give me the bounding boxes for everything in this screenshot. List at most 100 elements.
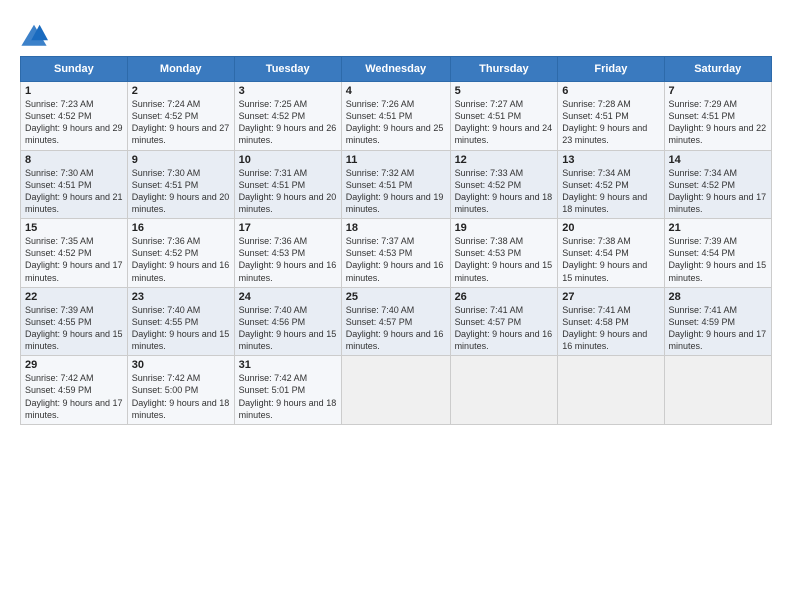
col-sunday: Sunday xyxy=(21,57,128,82)
day-number: 25 xyxy=(346,291,446,303)
calendar-cell: 8Sunrise: 7:30 AMSunset: 4:51 PMDaylight… xyxy=(21,150,128,219)
day-number: 4 xyxy=(346,85,446,97)
logo-icon xyxy=(20,22,48,50)
calendar-cell: 26Sunrise: 7:41 AMSunset: 4:57 PMDayligh… xyxy=(450,287,558,356)
day-detail: Sunrise: 7:39 AMSunset: 4:54 PMDaylight:… xyxy=(669,235,767,284)
day-number: 17 xyxy=(239,222,337,234)
calendar-cell: 3Sunrise: 7:25 AMSunset: 4:52 PMDaylight… xyxy=(234,82,341,151)
day-detail: Sunrise: 7:31 AMSunset: 4:51 PMDaylight:… xyxy=(239,167,337,216)
calendar-cell xyxy=(664,356,771,425)
calendar-cell: 21Sunrise: 7:39 AMSunset: 4:54 PMDayligh… xyxy=(664,219,771,288)
calendar-cell xyxy=(341,356,450,425)
week-row: 1Sunrise: 7:23 AMSunset: 4:52 PMDaylight… xyxy=(21,82,772,151)
header xyxy=(20,18,772,50)
day-detail: Sunrise: 7:42 AMSunset: 5:01 PMDaylight:… xyxy=(239,372,337,421)
day-number: 3 xyxy=(239,85,337,97)
day-detail: Sunrise: 7:27 AMSunset: 4:51 PMDaylight:… xyxy=(455,98,554,147)
col-wednesday: Wednesday xyxy=(341,57,450,82)
calendar-cell: 16Sunrise: 7:36 AMSunset: 4:52 PMDayligh… xyxy=(127,219,234,288)
col-thursday: Thursday xyxy=(450,57,558,82)
day-detail: Sunrise: 7:29 AMSunset: 4:51 PMDaylight:… xyxy=(669,98,767,147)
calendar-table: SundayMondayTuesdayWednesdayThursdayFrid… xyxy=(20,56,772,425)
day-number: 8 xyxy=(25,154,123,166)
day-detail: Sunrise: 7:38 AMSunset: 4:54 PMDaylight:… xyxy=(562,235,659,284)
day-number: 19 xyxy=(455,222,554,234)
day-number: 12 xyxy=(455,154,554,166)
day-detail: Sunrise: 7:40 AMSunset: 4:55 PMDaylight:… xyxy=(132,304,230,353)
day-number: 14 xyxy=(669,154,767,166)
calendar-cell: 6Sunrise: 7:28 AMSunset: 4:51 PMDaylight… xyxy=(558,82,664,151)
day-detail: Sunrise: 7:32 AMSunset: 4:51 PMDaylight:… xyxy=(346,167,446,216)
calendar-cell: 30Sunrise: 7:42 AMSunset: 5:00 PMDayligh… xyxy=(127,356,234,425)
day-detail: Sunrise: 7:41 AMSunset: 4:57 PMDaylight:… xyxy=(455,304,554,353)
day-number: 5 xyxy=(455,85,554,97)
calendar-cell: 29Sunrise: 7:42 AMSunset: 4:59 PMDayligh… xyxy=(21,356,128,425)
header-row: SundayMondayTuesdayWednesdayThursdayFrid… xyxy=(21,57,772,82)
day-number: 9 xyxy=(132,154,230,166)
page: SundayMondayTuesdayWednesdayThursdayFrid… xyxy=(0,0,792,612)
logo xyxy=(20,22,52,50)
calendar-cell: 25Sunrise: 7:40 AMSunset: 4:57 PMDayligh… xyxy=(341,287,450,356)
calendar-cell: 12Sunrise: 7:33 AMSunset: 4:52 PMDayligh… xyxy=(450,150,558,219)
week-row: 15Sunrise: 7:35 AMSunset: 4:52 PMDayligh… xyxy=(21,219,772,288)
day-number: 20 xyxy=(562,222,659,234)
day-number: 28 xyxy=(669,291,767,303)
day-number: 21 xyxy=(669,222,767,234)
day-detail: Sunrise: 7:35 AMSunset: 4:52 PMDaylight:… xyxy=(25,235,123,284)
calendar-cell: 1Sunrise: 7:23 AMSunset: 4:52 PMDaylight… xyxy=(21,82,128,151)
calendar-cell: 27Sunrise: 7:41 AMSunset: 4:58 PMDayligh… xyxy=(558,287,664,356)
day-detail: Sunrise: 7:36 AMSunset: 4:52 PMDaylight:… xyxy=(132,235,230,284)
day-detail: Sunrise: 7:33 AMSunset: 4:52 PMDaylight:… xyxy=(455,167,554,216)
day-detail: Sunrise: 7:39 AMSunset: 4:55 PMDaylight:… xyxy=(25,304,123,353)
day-number: 30 xyxy=(132,359,230,371)
day-number: 23 xyxy=(132,291,230,303)
day-detail: Sunrise: 7:40 AMSunset: 4:56 PMDaylight:… xyxy=(239,304,337,353)
col-monday: Monday xyxy=(127,57,234,82)
day-number: 29 xyxy=(25,359,123,371)
calendar-cell: 18Sunrise: 7:37 AMSunset: 4:53 PMDayligh… xyxy=(341,219,450,288)
day-number: 31 xyxy=(239,359,337,371)
calendar-cell: 4Sunrise: 7:26 AMSunset: 4:51 PMDaylight… xyxy=(341,82,450,151)
calendar-cell: 31Sunrise: 7:42 AMSunset: 5:01 PMDayligh… xyxy=(234,356,341,425)
calendar-cell: 20Sunrise: 7:38 AMSunset: 4:54 PMDayligh… xyxy=(558,219,664,288)
day-number: 2 xyxy=(132,85,230,97)
calendar-cell: 7Sunrise: 7:29 AMSunset: 4:51 PMDaylight… xyxy=(664,82,771,151)
calendar-cell: 17Sunrise: 7:36 AMSunset: 4:53 PMDayligh… xyxy=(234,219,341,288)
day-detail: Sunrise: 7:34 AMSunset: 4:52 PMDaylight:… xyxy=(562,167,659,216)
calendar-cell: 24Sunrise: 7:40 AMSunset: 4:56 PMDayligh… xyxy=(234,287,341,356)
calendar-cell xyxy=(450,356,558,425)
calendar-cell: 10Sunrise: 7:31 AMSunset: 4:51 PMDayligh… xyxy=(234,150,341,219)
day-detail: Sunrise: 7:38 AMSunset: 4:53 PMDaylight:… xyxy=(455,235,554,284)
col-friday: Friday xyxy=(558,57,664,82)
calendar-cell: 22Sunrise: 7:39 AMSunset: 4:55 PMDayligh… xyxy=(21,287,128,356)
day-detail: Sunrise: 7:30 AMSunset: 4:51 PMDaylight:… xyxy=(132,167,230,216)
day-detail: Sunrise: 7:40 AMSunset: 4:57 PMDaylight:… xyxy=(346,304,446,353)
day-number: 11 xyxy=(346,154,446,166)
calendar-cell: 2Sunrise: 7:24 AMSunset: 4:52 PMDaylight… xyxy=(127,82,234,151)
calendar-cell: 23Sunrise: 7:40 AMSunset: 4:55 PMDayligh… xyxy=(127,287,234,356)
week-row: 22Sunrise: 7:39 AMSunset: 4:55 PMDayligh… xyxy=(21,287,772,356)
day-detail: Sunrise: 7:36 AMSunset: 4:53 PMDaylight:… xyxy=(239,235,337,284)
day-detail: Sunrise: 7:25 AMSunset: 4:52 PMDaylight:… xyxy=(239,98,337,147)
day-number: 10 xyxy=(239,154,337,166)
day-detail: Sunrise: 7:30 AMSunset: 4:51 PMDaylight:… xyxy=(25,167,123,216)
calendar-body: 1Sunrise: 7:23 AMSunset: 4:52 PMDaylight… xyxy=(21,82,772,425)
day-number: 16 xyxy=(132,222,230,234)
day-detail: Sunrise: 7:37 AMSunset: 4:53 PMDaylight:… xyxy=(346,235,446,284)
day-detail: Sunrise: 7:41 AMSunset: 4:59 PMDaylight:… xyxy=(669,304,767,353)
week-row: 29Sunrise: 7:42 AMSunset: 4:59 PMDayligh… xyxy=(21,356,772,425)
day-number: 22 xyxy=(25,291,123,303)
col-tuesday: Tuesday xyxy=(234,57,341,82)
calendar-cell: 28Sunrise: 7:41 AMSunset: 4:59 PMDayligh… xyxy=(664,287,771,356)
day-number: 1 xyxy=(25,85,123,97)
day-detail: Sunrise: 7:42 AMSunset: 4:59 PMDaylight:… xyxy=(25,372,123,421)
day-detail: Sunrise: 7:34 AMSunset: 4:52 PMDaylight:… xyxy=(669,167,767,216)
calendar-cell: 15Sunrise: 7:35 AMSunset: 4:52 PMDayligh… xyxy=(21,219,128,288)
day-detail: Sunrise: 7:23 AMSunset: 4:52 PMDaylight:… xyxy=(25,98,123,147)
calendar-cell: 5Sunrise: 7:27 AMSunset: 4:51 PMDaylight… xyxy=(450,82,558,151)
day-number: 13 xyxy=(562,154,659,166)
day-number: 24 xyxy=(239,291,337,303)
calendar-cell: 9Sunrise: 7:30 AMSunset: 4:51 PMDaylight… xyxy=(127,150,234,219)
calendar-cell: 13Sunrise: 7:34 AMSunset: 4:52 PMDayligh… xyxy=(558,150,664,219)
day-number: 18 xyxy=(346,222,446,234)
